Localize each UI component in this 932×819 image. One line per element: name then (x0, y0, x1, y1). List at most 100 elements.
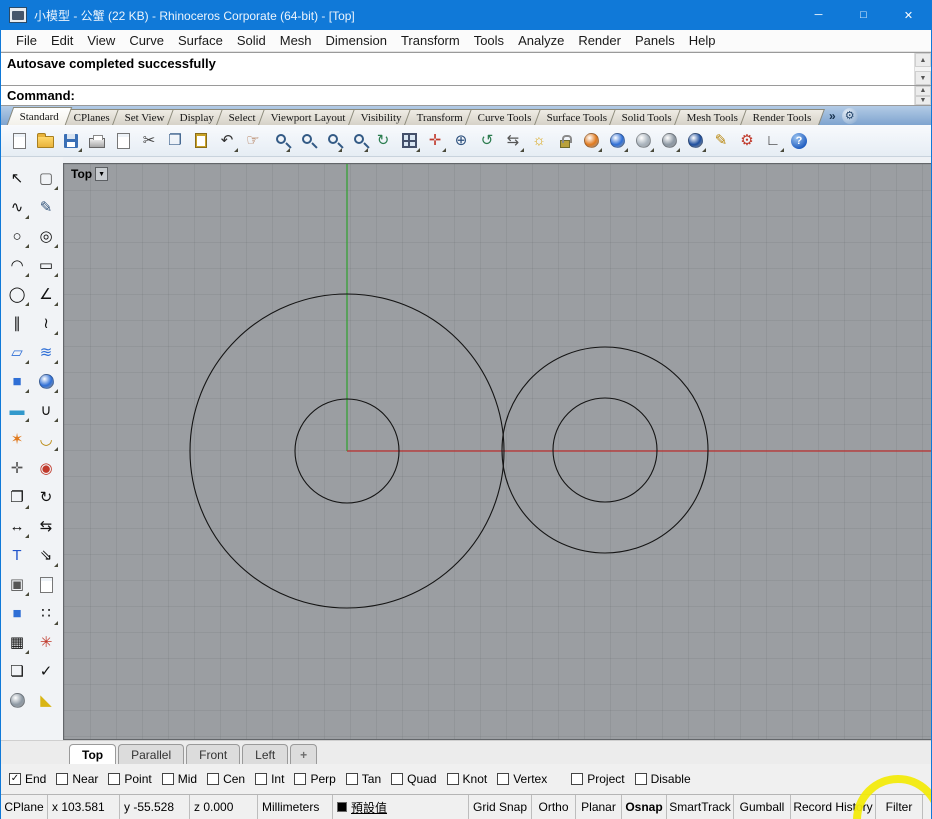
ghosted-viewport-icon[interactable] (630, 128, 656, 154)
zoom-dynamic-icon[interactable] (266, 128, 292, 154)
save-file-icon[interactable] (58, 128, 84, 154)
osnap-toggle[interactable]: Osnap (622, 795, 667, 819)
array-polar-icon[interactable]: ✳ (33, 629, 60, 656)
open-file-icon[interactable] (32, 128, 58, 154)
menu-view[interactable]: View (80, 33, 122, 48)
circle-diameter-icon[interactable]: ◎ (33, 223, 60, 250)
circle-curve-3[interactable] (501, 346, 709, 554)
osnap-mid-checkbox[interactable] (161, 773, 174, 785)
osnap-cen[interactable]: Cen (207, 772, 245, 786)
toolbar-tab-surface-tools[interactable]: Surface Tools (533, 109, 620, 125)
zoom-extents-icon[interactable] (344, 128, 370, 154)
solid-edit-icon[interactable]: ■ (4, 600, 31, 627)
menu-analyze[interactable]: Analyze (511, 33, 571, 48)
pan-view-icon[interactable]: ⇆ (500, 128, 526, 154)
osnap-knot-checkbox[interactable] (446, 773, 459, 785)
record-history-toggle[interactable]: Record History (791, 795, 876, 819)
menu-render[interactable]: Render (571, 33, 628, 48)
osnap-project[interactable]: Project (571, 772, 625, 786)
maximize-button[interactable]: □ (841, 0, 886, 30)
duplicate-icon[interactable]: ❏ (4, 658, 31, 685)
leader-icon[interactable]: ⇘ (33, 542, 60, 569)
lamp-on-icon[interactable]: ☼ (526, 128, 552, 154)
osnap-disable-checkbox[interactable] (634, 773, 647, 785)
point-array-icon[interactable]: ∷ (33, 600, 60, 627)
osnap-vertex[interactable]: Vertex (497, 772, 547, 786)
menu-solid[interactable]: Solid (230, 33, 273, 48)
osnap-int-checkbox[interactable] (255, 773, 268, 785)
osnap-project-checkbox[interactable] (571, 773, 584, 785)
y-coordinate[interactable]: y -55.528 (120, 795, 190, 819)
shade-icon[interactable] (4, 687, 31, 714)
help-icon[interactable]: ? (786, 128, 812, 154)
osnap-perp[interactable]: Perp (294, 772, 336, 786)
x-coordinate[interactable]: x 103.581 (48, 795, 120, 819)
box-icon[interactable]: ■ (4, 368, 31, 395)
osnap-quad-checkbox[interactable] (391, 773, 404, 785)
osnap-cen-checkbox[interactable] (207, 773, 220, 785)
command-spinner[interactable]: ▲ ▼ (914, 86, 931, 105)
arc-icon[interactable]: ◠ (4, 252, 31, 279)
loft-icon[interactable]: ≋ (33, 339, 60, 366)
viewport-menu-dropdown-icon[interactable]: ▼ (95, 167, 109, 181)
circle-curve-4[interactable] (552, 397, 658, 503)
viewport-tab-left[interactable]: Left (242, 744, 289, 764)
select-brush-icon[interactable]: ▢ (33, 165, 60, 192)
spinner-up-icon[interactable]: ▲ (915, 86, 931, 96)
ortho-toggle[interactable]: Ortho (532, 795, 576, 819)
control-point-curve-icon[interactable]: ∿ (4, 194, 31, 221)
copy-icon[interactable]: ❐ (4, 484, 31, 511)
scroll-up-icon[interactable]: ▲ (915, 53, 931, 67)
gumball-icon[interactable]: ◉ (33, 455, 60, 482)
cut-icon[interactable]: ✂ (136, 128, 162, 154)
shaded-viewport-icon[interactable] (604, 128, 630, 154)
command-history-scrollbar[interactable]: ▲ ▼ (914, 53, 931, 85)
plane-icon[interactable]: ▬ (4, 397, 31, 424)
osnap-disable[interactable]: Disable (634, 772, 691, 786)
notes-icon[interactable]: ✎ (708, 128, 734, 154)
cplane-setup-icon[interactable]: ∟ (760, 128, 786, 154)
toolbar-tab-render-tools[interactable]: Render Tools (740, 109, 825, 125)
viewport-tab-parallel[interactable]: Parallel (118, 744, 185, 764)
curve-tools-icon[interactable]: ≀ (33, 310, 60, 337)
spinner-down-icon[interactable]: ▼ (915, 95, 931, 105)
menu-curve[interactable]: Curve (122, 33, 171, 48)
statusbar-filler[interactable] (923, 795, 931, 819)
osnap-point[interactable]: Point (108, 772, 152, 786)
render-icon[interactable] (578, 128, 604, 154)
z-coordinate[interactable]: z 0.000 (190, 795, 258, 819)
move-icon[interactable]: ✛ (4, 455, 31, 482)
fillet-icon[interactable]: ◡ (33, 426, 60, 453)
osnap-int[interactable]: Int (255, 772, 284, 786)
osnap-knot[interactable]: Knot (446, 772, 487, 786)
export-file-icon[interactable] (110, 128, 136, 154)
scale-icon[interactable]: ↔ (4, 513, 31, 540)
toolbar-tab-curve-tools[interactable]: Curve Tools (464, 109, 545, 125)
viewport-tab-front[interactable]: Front (186, 744, 241, 764)
osnap-tan-checkbox[interactable] (345, 773, 358, 785)
command-prompt[interactable]: Command: ▲ ▼ (1, 85, 931, 105)
tab-options-gear-icon[interactable]: ⚙ (841, 107, 858, 124)
osnap-point-checkbox[interactable] (108, 773, 121, 785)
explode-icon[interactable]: ✶ (4, 426, 31, 453)
menu-help[interactable]: Help (682, 33, 723, 48)
osnap-mid[interactable]: Mid (161, 772, 197, 786)
menu-file[interactable]: File (9, 33, 44, 48)
viewport-tab-top[interactable]: Top (69, 744, 117, 764)
circle-icon[interactable]: ○ (4, 223, 31, 250)
osnap-vertex-checkbox[interactable] (497, 773, 510, 785)
viewport-top[interactable]: Top ▼ (63, 163, 931, 740)
rectangle-icon[interactable]: ▭ (33, 252, 60, 279)
undo-icon[interactable]: ↶ (214, 128, 240, 154)
command-history[interactable]: Autosave completed successfully ▲ ▼ (1, 53, 931, 85)
menu-transform[interactable]: Transform (394, 33, 467, 48)
print-icon[interactable] (84, 128, 110, 154)
wedge-icon[interactable]: ◣ (33, 687, 60, 714)
rotate-view-icon[interactable]: ↻ (370, 128, 396, 154)
boolean-union-icon[interactable]: ∪ (33, 397, 60, 424)
tab-overflow-chevron[interactable]: » (829, 109, 836, 123)
new-viewport-tab[interactable]: + (290, 744, 318, 764)
polyline-icon[interactable]: ∠ (33, 281, 60, 308)
gumball-toggle[interactable]: Gumball (734, 795, 791, 819)
osnap-end[interactable]: ✓ End (9, 772, 46, 786)
